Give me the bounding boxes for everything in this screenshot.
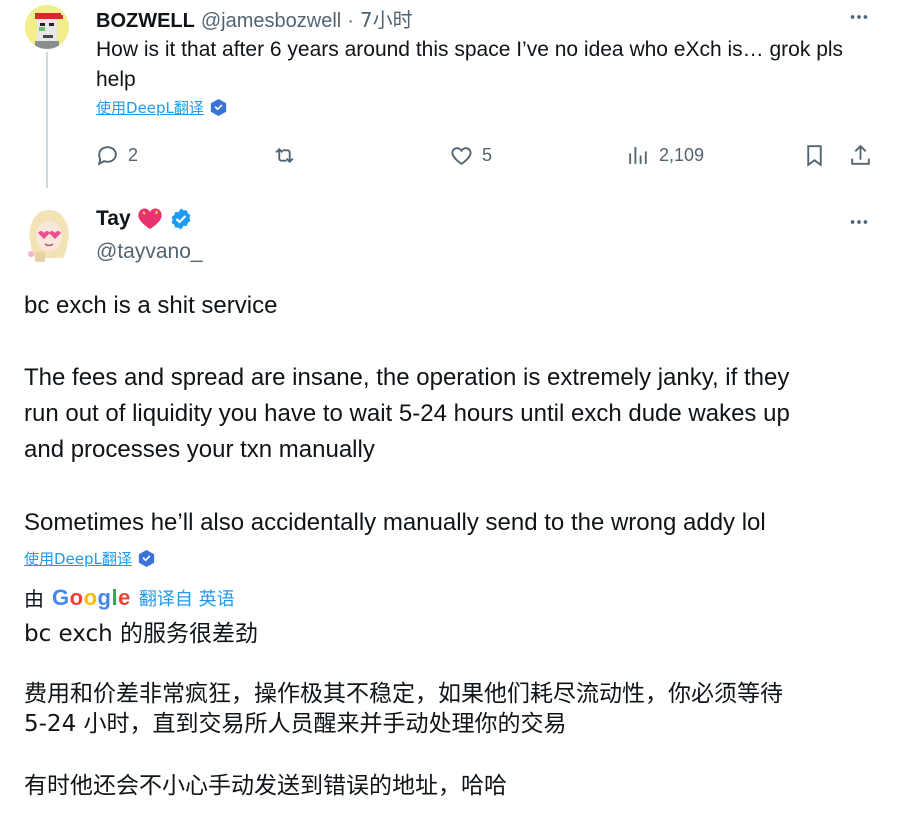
reply-button[interactable]: 2 (95, 143, 138, 168)
views-count: 2,109 (659, 145, 705, 165)
avatar-tay[interactable] (25, 206, 73, 266)
reply-count: 2 (128, 145, 139, 165)
google-logo: Google (52, 584, 131, 610)
author-name[interactable]: BOZWELL (96, 10, 195, 33)
views-icon (629, 147, 647, 164)
translate-link-label[interactable]: 使用DeepL翻译 (24, 548, 132, 569)
tweet-time[interactable]: 7小时 (360, 4, 413, 33)
parent-tweet-header: BOZWELL @jamesbozwell · 7小时 (96, 4, 413, 33)
retweet-button[interactable] (272, 143, 305, 168)
heart-emoji-icon (137, 208, 162, 229)
translate-link-label[interactable]: 使用DeepL翻译 (96, 97, 204, 118)
author-name[interactable]: Tay (96, 207, 131, 231)
reply-icon (97, 146, 117, 166)
avatar-bozwell[interactable] (25, 5, 69, 49)
translation-paragraph: 5-24 小时，直到交易所人员醒来并手动处理你的交易 (24, 711, 567, 737)
translation-paragraph: bc exch 的服务很差劲 (24, 621, 259, 647)
tweet-paragraph: run out of liquidity you have to wait 5-… (24, 400, 790, 427)
bookmark-button[interactable] (802, 143, 827, 168)
translate-link[interactable]: 使用DeepL翻译 (96, 97, 227, 118)
share-icon (851, 144, 870, 165)
author-handle[interactable]: @jamesbozwell (201, 10, 341, 33)
verified-icon[interactable] (169, 207, 193, 231)
share-button[interactable] (848, 143, 873, 168)
translated-by-prefix: 由 (24, 587, 44, 611)
separator: · (347, 10, 354, 32)
like-count: 5 (482, 145, 493, 165)
translation-paragraph: 有时他还会不小心手动发送到错误的地址，哈哈 (24, 773, 507, 799)
bookmark-icon (807, 145, 822, 167)
more-icon[interactable] (848, 6, 870, 28)
thread-line (46, 52, 48, 188)
translated-from-link[interactable]: 翻译自 英语 (139, 585, 235, 611)
tweet-paragraph: Sometimes he’ll also accidentally manual… (24, 509, 766, 536)
main-tweet-header: Tay (96, 207, 193, 231)
retweet-icon (275, 147, 294, 164)
translation-attribution: 由 Google 翻译自 英语 (24, 583, 235, 612)
more-icon[interactable] (848, 211, 870, 233)
parent-tweet-text: How is it that after 6 years around this… (96, 38, 844, 91)
like-icon (451, 147, 472, 165)
views-button[interactable]: 2,109 (626, 143, 704, 168)
tweet-paragraph: and processes your txn manually (24, 436, 375, 463)
tweet-paragraph: The fees and spread are insane, the oper… (24, 364, 790, 391)
translate-link[interactable]: 使用DeepL翻译 (24, 548, 155, 569)
deepl-shield-icon (210, 99, 227, 116)
deepl-shield-icon (138, 550, 155, 567)
author-handle[interactable]: @tayvano_ (96, 240, 203, 264)
like-button[interactable]: 5 (449, 143, 492, 168)
tweet-paragraph: bc exch is a shit service (24, 292, 278, 319)
